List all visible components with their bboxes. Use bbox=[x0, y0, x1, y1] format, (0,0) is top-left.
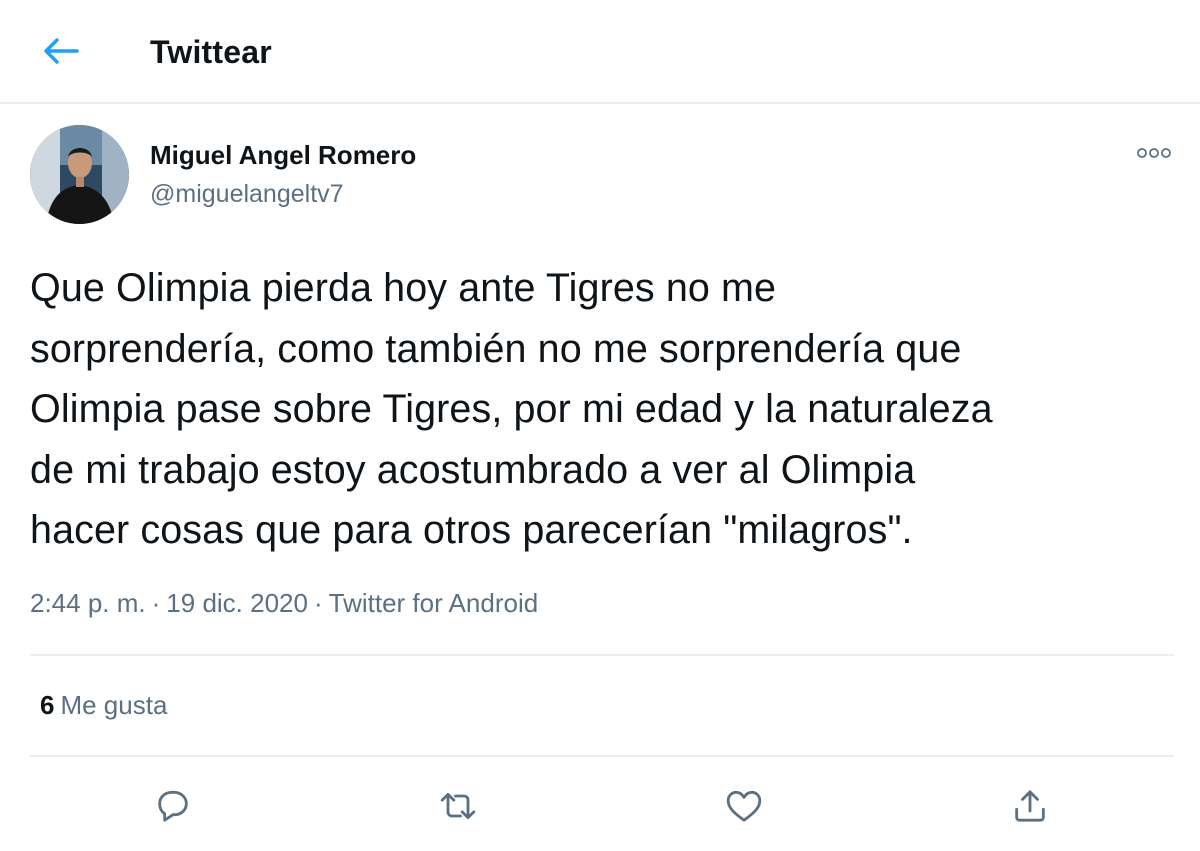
reply-button[interactable] bbox=[149, 782, 197, 830]
meta-separator: · bbox=[313, 588, 323, 618]
top-bar: Twittear bbox=[0, 0, 1200, 104]
tweet-text-line: de mi trabajo estoy acostumbrado a ver a… bbox=[30, 447, 916, 492]
tweet-text-line: Olimpia pase sobre Tigres, por mi edad y… bbox=[30, 387, 993, 431]
likes-count: 6 bbox=[40, 690, 55, 720]
more-horizontal-icon bbox=[1137, 148, 1171, 158]
retweet-button[interactable] bbox=[434, 782, 482, 830]
tweet-date[interactable]: 19 dic. 2020 bbox=[166, 588, 308, 618]
tweet-meta: 2:44 p. m. · 19 dic. 2020 · Twitter for Andr… bbox=[30, 588, 538, 619]
like-button[interactable] bbox=[720, 782, 768, 830]
author-handle[interactable]: @miguelangeltv7 bbox=[150, 180, 344, 209]
likes-stat[interactable]: 6 Me gusta bbox=[40, 690, 167, 721]
tweet-text-line: hacer cosas que para otros parecerían "m… bbox=[30, 508, 913, 552]
like-icon bbox=[726, 790, 762, 822]
retweet-icon bbox=[440, 792, 476, 820]
page-title: Twittear bbox=[150, 34, 272, 70]
back-button[interactable] bbox=[36, 28, 86, 74]
likes-label: Me gusta bbox=[60, 690, 168, 720]
meta-separator: · bbox=[151, 588, 161, 618]
share-button[interactable] bbox=[1006, 782, 1054, 830]
tweet-text-line: sorprendería, como también no me sorpren… bbox=[30, 326, 962, 371]
avatar[interactable] bbox=[30, 125, 129, 224]
reply-icon bbox=[158, 790, 188, 822]
arrow-left-icon bbox=[44, 38, 79, 64]
author-name[interactable]: Miguel Angel Romero bbox=[150, 140, 416, 171]
tweet-source[interactable]: Twitter for Android bbox=[329, 588, 539, 618]
divider bbox=[30, 654, 1174, 656]
divider bbox=[30, 755, 1174, 757]
more-options-button[interactable] bbox=[1132, 140, 1176, 166]
tweet-text: Que Olimpia pierda hoy ante Tigres no me… bbox=[30, 258, 1170, 561]
share-icon bbox=[1015, 790, 1045, 822]
tweet-text-line: Que Olimpia pierda hoy ante Tigres no me bbox=[30, 266, 777, 310]
tweet-time[interactable]: 2:44 p. m. bbox=[30, 588, 146, 618]
